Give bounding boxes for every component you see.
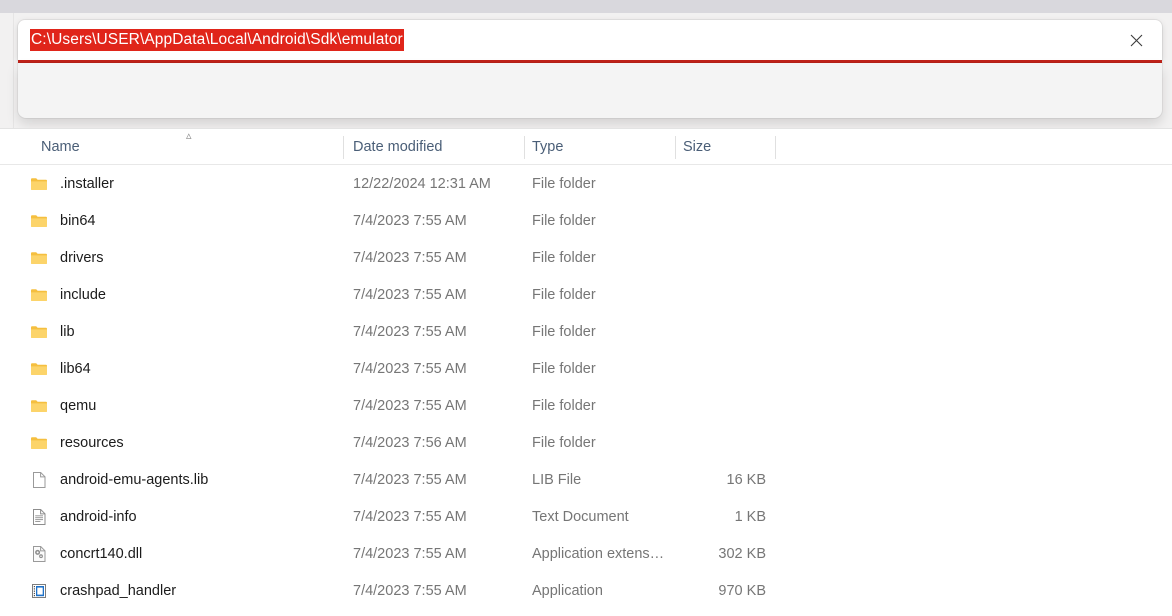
file-explorer-window: C:\Users\USER\AppData\Local\Android\Sdk\… — [0, 0, 1172, 616]
file-date-modified-cell: 7/4/2023 7:55 AM — [353, 202, 467, 239]
column-header-name-label: Name — [41, 139, 80, 155]
folder-icon — [30, 397, 48, 415]
folder-icon — [30, 323, 48, 341]
folder-icon — [30, 286, 48, 304]
file-size-cell: 1 KB — [600, 498, 766, 535]
file-date-modified-cell: 7/4/2023 7:55 AM — [353, 572, 467, 609]
folder-icon — [30, 434, 48, 452]
table-row[interactable]: resources7/4/2023 7:56 AMFile folder — [0, 424, 1172, 461]
file-name-cell[interactable]: .installer — [30, 165, 335, 202]
file-size-cell: 302 KB — [600, 535, 766, 572]
file-size-cell — [600, 387, 766, 424]
file-name-cell[interactable]: crashpad_handler — [30, 572, 335, 609]
file-name-label: qemu — [60, 398, 96, 414]
file-name-label: .installer — [60, 176, 114, 192]
file-date-modified-cell: 7/4/2023 7:56 AM — [353, 424, 467, 461]
file-date-modified-cell: 7/4/2023 7:55 AM — [353, 276, 467, 313]
file-list-view: Name ▵ Date modified Type Size .installe… — [0, 128, 1172, 616]
folder-icon — [30, 175, 48, 193]
table-row[interactable]: lib647/4/2023 7:55 AMFile folder — [0, 350, 1172, 387]
file-name-cell[interactable]: bin64 — [30, 202, 335, 239]
file-size-cell — [600, 276, 766, 313]
file-name-label: android-emu-agents.lib — [60, 472, 208, 488]
table-row[interactable]: qemu7/4/2023 7:55 AMFile folder — [0, 387, 1172, 424]
address-input-wrap[interactable]: C:\Users\USER\AppData\Local\Android\Sdk\… — [30, 20, 404, 60]
table-row[interactable]: android-emu-agents.lib7/4/2023 7:55 AMLI… — [0, 461, 1172, 498]
file-name-cell[interactable]: lib — [30, 313, 335, 350]
file-name-label: crashpad_handler — [60, 583, 176, 599]
caret-up-icon: ▵ — [186, 131, 192, 142]
column-header-date-modified-label: Date modified — [353, 139, 442, 155]
column-divider[interactable] — [775, 136, 776, 159]
table-row[interactable]: include7/4/2023 7:55 AMFile folder — [0, 276, 1172, 313]
file-name-label: bin64 — [60, 213, 95, 229]
column-header-size[interactable]: Size — [683, 129, 711, 165]
folder-icon — [30, 249, 48, 267]
file-date-modified-cell: 7/4/2023 7:55 AM — [353, 350, 467, 387]
file-size-cell — [600, 165, 766, 202]
table-row[interactable]: drivers7/4/2023 7:55 AMFile folder — [0, 239, 1172, 276]
close-icon[interactable] — [1125, 20, 1147, 60]
file-date-modified-cell: 7/4/2023 7:55 AM — [353, 535, 467, 572]
file-size-cell — [600, 202, 766, 239]
file-rows-container: .installer12/22/2024 12:31 AMFile folder… — [0, 165, 1172, 609]
column-header-size-label: Size — [683, 139, 711, 155]
file-date-modified-cell: 7/4/2023 7:55 AM — [353, 461, 467, 498]
table-row[interactable]: concrt140.dll7/4/2023 7:55 AMApplication… — [0, 535, 1172, 572]
file-name-label: lib64 — [60, 361, 91, 377]
file-date-modified-cell: 12/22/2024 12:31 AM — [353, 165, 491, 202]
file-size-cell: 970 KB — [600, 572, 766, 609]
column-divider[interactable] — [343, 136, 344, 159]
column-header-type[interactable]: Type — [532, 129, 563, 165]
column-header-date-modified[interactable]: Date modified — [353, 129, 442, 165]
file-name-cell[interactable]: android-emu-agents.lib — [30, 461, 335, 498]
column-divider[interactable] — [524, 136, 525, 159]
column-header-name[interactable]: Name — [41, 129, 80, 165]
file-name-label: include — [60, 287, 106, 303]
address-input[interactable]: C:\Users\USER\AppData\Local\Android\Sdk\… — [30, 29, 404, 52]
file-name-cell[interactable]: drivers — [30, 239, 335, 276]
file-size-cell — [600, 350, 766, 387]
address-suggestions-dropdown — [18, 63, 1162, 118]
blank-document-icon — [30, 471, 48, 489]
file-name-cell[interactable]: lib64 — [30, 350, 335, 387]
window-titlebar — [0, 0, 1172, 13]
file-name-label: android-info — [60, 509, 137, 525]
file-name-label: resources — [60, 435, 124, 451]
file-name-cell[interactable]: android-info — [30, 498, 335, 535]
file-size-cell — [600, 239, 766, 276]
file-date-modified-cell: 7/4/2023 7:55 AM — [353, 313, 467, 350]
dll-gear-document-icon — [30, 545, 48, 563]
suggestion-item[interactable] — [18, 63, 1162, 118]
table-row[interactable]: android-info7/4/2023 7:55 AMText Documen… — [0, 498, 1172, 535]
file-size-cell — [600, 313, 766, 350]
column-header-row: Name ▵ Date modified Type Size — [0, 128, 1172, 165]
file-date-modified-cell: 7/4/2023 7:55 AM — [353, 498, 467, 535]
table-row[interactable]: crashpad_handler7/4/2023 7:55 AMApplicat… — [0, 572, 1172, 609]
file-name-label: drivers — [60, 250, 104, 266]
table-row[interactable]: bin647/4/2023 7:55 AMFile folder — [0, 202, 1172, 239]
navigation-pane-edge — [0, 13, 14, 128]
file-name-cell[interactable]: include — [30, 276, 335, 313]
application-exe-icon — [30, 582, 48, 600]
table-row[interactable]: lib7/4/2023 7:55 AMFile folder — [0, 313, 1172, 350]
file-name-label: concrt140.dll — [60, 546, 142, 562]
file-date-modified-cell: 7/4/2023 7:55 AM — [353, 387, 467, 424]
file-size-cell: 16 KB — [600, 461, 766, 498]
file-name-cell[interactable]: qemu — [30, 387, 335, 424]
file-name-label: lib — [60, 324, 75, 340]
file-size-cell — [600, 424, 766, 461]
folder-icon — [30, 212, 48, 230]
file-name-cell[interactable]: concrt140.dll — [30, 535, 335, 572]
file-date-modified-cell: 7/4/2023 7:55 AM — [353, 239, 467, 276]
table-row[interactable]: .installer12/22/2024 12:31 AMFile folder — [0, 165, 1172, 202]
text-document-icon — [30, 508, 48, 526]
folder-icon — [30, 360, 48, 378]
column-divider[interactable] — [675, 136, 676, 159]
file-name-cell[interactable]: resources — [30, 424, 335, 461]
address-bar[interactable]: C:\Users\USER\AppData\Local\Android\Sdk\… — [18, 20, 1162, 60]
column-header-type-label: Type — [532, 139, 563, 155]
